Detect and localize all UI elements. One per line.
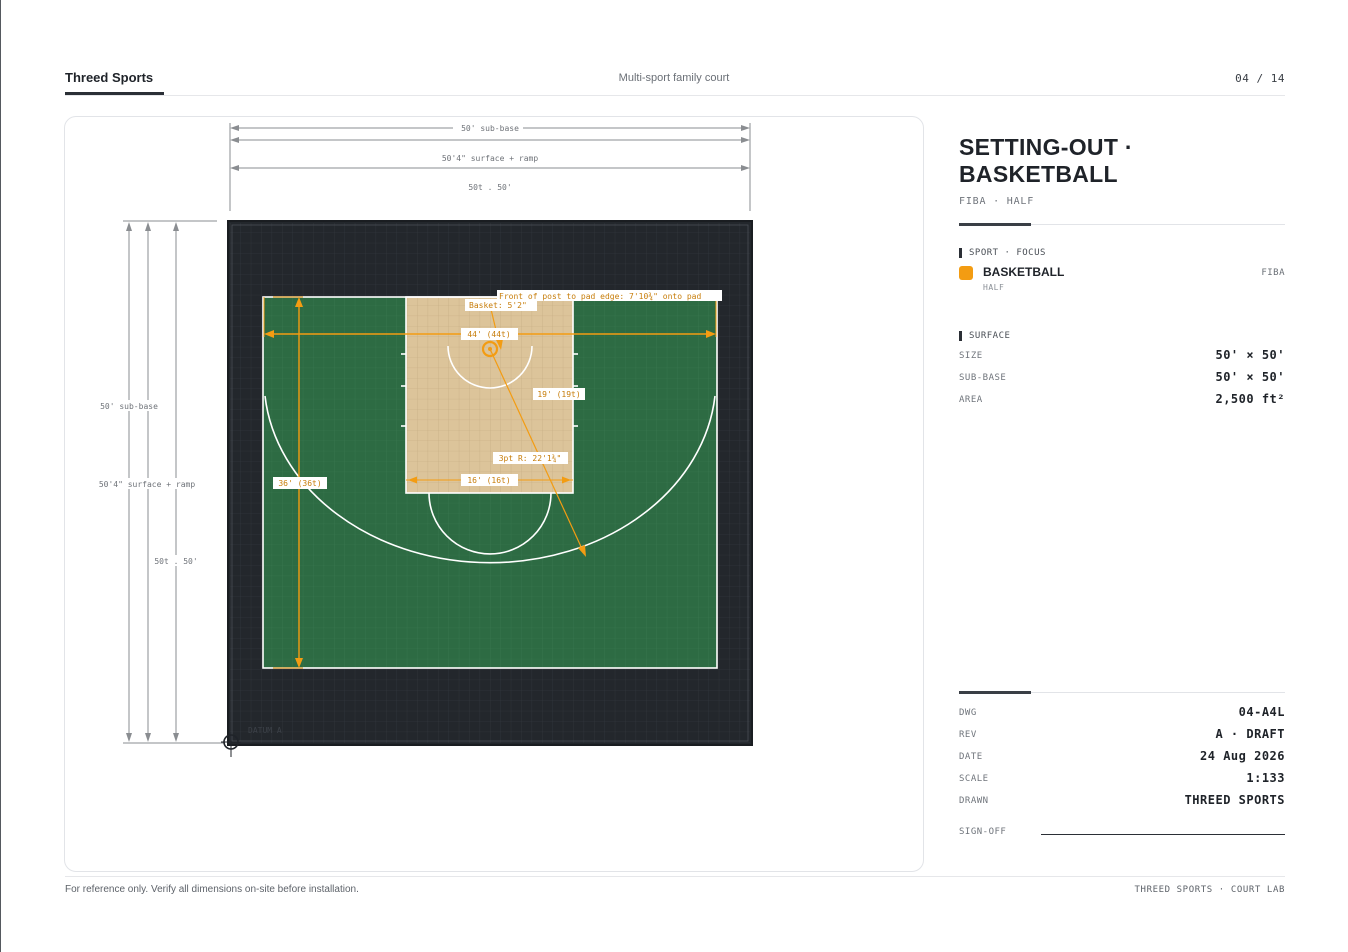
surface-row-sub-base: SUB-BASE 50' × 50' [959, 370, 1285, 386]
surface-sub-base-label: SUB-BASE [959, 373, 1007, 383]
signoff-label: SIGN-OFF [959, 827, 1007, 837]
tb-drawn-value: THREED SPORTS [1184, 793, 1285, 807]
tb-row-date: DATE 24 Aug 2026 [959, 749, 1285, 765]
tb-row-signoff: SIGN-OFF [959, 824, 1285, 840]
side-dim-tiles: 50t . 50' [154, 557, 197, 566]
surface-row-area: AREA 2,500 ft² [959, 392, 1285, 408]
tb-drawn-label: DRAWN [959, 796, 989, 806]
tb-row-dwg: DWG 04-A4L [959, 705, 1285, 721]
side-dim-surface: 50'4" surface + ramp [99, 480, 196, 489]
sport-focus-row[interactable]: BASKETBALL HALF FIBA [959, 265, 1285, 297]
tb-date-label: DATE [959, 752, 983, 762]
tb-dwg-label: DWG [959, 708, 977, 718]
footer-divider [65, 876, 1285, 877]
window-edge [0, 0, 1, 952]
surface-sub-base-value: 50' × 50' [1215, 370, 1285, 384]
basket-label: Basket: 5'2" [469, 301, 527, 310]
tb-scale-value: 1:133 [1246, 771, 1285, 785]
footer-credit: THREED SPORTS · COURT LAB [1134, 885, 1285, 895]
tb-rev-label: REV [959, 730, 977, 740]
width-label: 44' (44t) [467, 330, 510, 339]
title-block-divider-accent [959, 691, 1031, 694]
court-drawing[interactable]: 50' sub-base 50'4" surface + ramp 50t . … [65, 117, 923, 871]
top-dimensions: 50' sub-base 50'4" surface + ramp 50t . … [229, 122, 751, 211]
top-dim-sub-base: 50' sub-base [461, 124, 519, 133]
footer-disclaimer: For reference only. Verify all dimension… [65, 884, 359, 895]
surface-size-value: 50' × 50' [1215, 348, 1285, 362]
surface-heading: SURFACE [959, 331, 1010, 341]
top-dim-tiles: 50t . 50' [468, 183, 511, 192]
sport-name: BASKETBALL [983, 265, 1065, 279]
sport-standard: FIBA [1261, 268, 1285, 278]
tb-row-drawn: DRAWN THREED SPORTS [959, 793, 1285, 809]
spec-panel: SETTING-OUT · BASKETBALL FIBA · HALF SPO… [959, 134, 1285, 837]
tb-dwg-value: 04-A4L [1238, 705, 1285, 719]
title-divider-accent [959, 223, 1031, 226]
surface-area-value: 2,500 ft² [1215, 392, 1285, 406]
court-depth-label: 36' (36t) [278, 479, 321, 488]
key-width-label: 16' (16t) [467, 476, 510, 485]
tb-row-rev: REV A · DRAFT [959, 727, 1285, 743]
surface-row-size: SIZE 50' × 50' [959, 348, 1285, 364]
sport-variant: HALF [983, 283, 1005, 292]
tb-scale-label: SCALE [959, 774, 989, 784]
sheet-title: SETTING-OUT · BASKETBALL [959, 134, 1133, 187]
sheet-subtitle: FIBA · HALF [959, 196, 1035, 207]
side-dim-sub-base: 50' sub-base [100, 402, 158, 411]
key-depth-label: 19' (19t) [537, 390, 580, 399]
surface-size-label: SIZE [959, 351, 983, 361]
drawing-card: 50' sub-base 50'4" surface + ramp 50t . … [64, 116, 924, 872]
sport-focus-heading: SPORT · FOCUS [959, 248, 1046, 258]
datum-label: DATUM A [248, 726, 282, 735]
tb-date-value: 24 Aug 2026 [1200, 749, 1285, 763]
tb-row-scale: SCALE 1:133 [959, 771, 1285, 787]
side-dimensions: 50' sub-base 50'4" surface + ramp 50t . … [93, 220, 225, 744]
top-dim-surface: 50'4" surface + ramp [442, 154, 539, 163]
tb-rev-value: A · DRAFT [1215, 727, 1285, 741]
surface-area-label: AREA [959, 395, 983, 405]
project-title: Multi-sport family court [618, 72, 730, 84]
three-pt-label: 3pt R: 22'1¾" [499, 454, 562, 463]
page-counter: 04 / 14 [1235, 72, 1285, 85]
sport-color-swatch [959, 266, 973, 280]
signoff-line[interactable] [1041, 834, 1285, 835]
header-divider [65, 95, 1285, 96]
